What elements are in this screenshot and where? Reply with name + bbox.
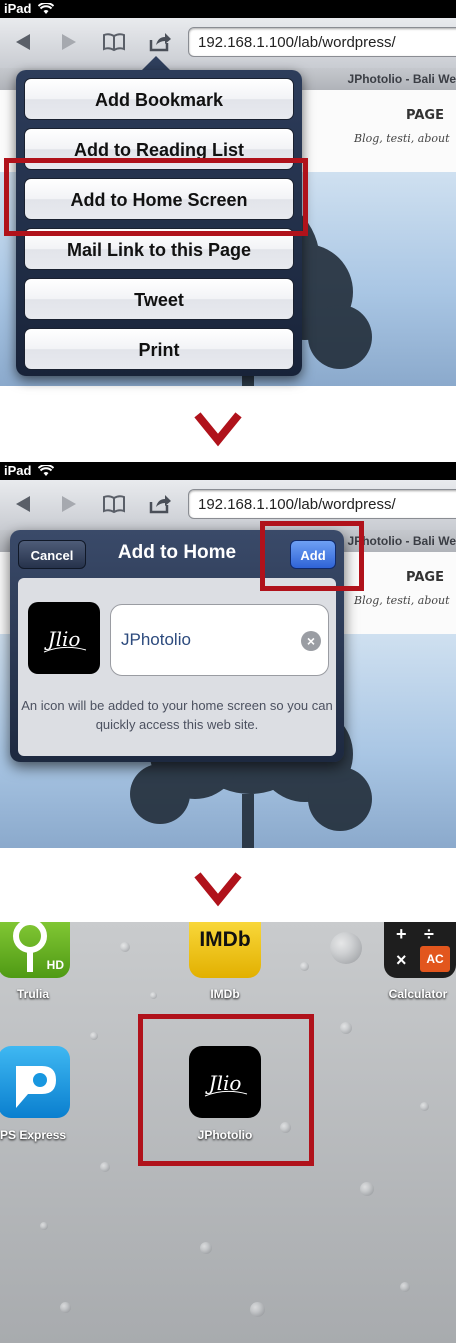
highlight-box <box>4 158 308 236</box>
print-button[interactable]: Print <box>24 328 294 370</box>
browser-toolbar: 192.168.1.100/lab/wordpress/ <box>0 480 456 531</box>
arrow-down-icon <box>194 412 242 447</box>
dialog-note: An icon will be added to your home scree… <box>21 698 333 732</box>
dialog-body: Jlio JPhotolio × An icon will be added t… <box>18 578 336 756</box>
clear-icon[interactable]: × <box>301 631 321 651</box>
app-icon-trulia[interactable]: HD <box>0 922 70 978</box>
home-screen: HD Trulia IMDb IMDb + ÷ × AC Calculator … <box>0 922 456 1343</box>
add-bookmark-button[interactable]: Add Bookmark <box>24 78 294 120</box>
bookmarks-icon[interactable] <box>102 493 126 515</box>
hd-badge: HD <box>46 958 64 972</box>
status-bar: iPad <box>0 462 456 480</box>
back-icon[interactable] <box>12 493 36 515</box>
jlio-logo-icon: Jlio <box>44 627 87 653</box>
nav-page-label[interactable]: PAGE <box>406 570 444 585</box>
carrier-label: iPad <box>4 1 32 16</box>
browser-toolbar: 192.168.1.100/lab/wordpress/ <box>0 18 456 69</box>
ac-key: AC <box>420 946 450 972</box>
highlight-box <box>260 521 364 591</box>
title-input[interactable]: JPhotolio × <box>110 604 329 676</box>
address-bar[interactable]: 192.168.1.100/lab/wordpress/ <box>188 489 456 519</box>
back-icon[interactable] <box>12 31 36 53</box>
nav-tagline: Blog, testi, about <box>354 132 450 145</box>
forward-icon[interactable] <box>56 493 80 515</box>
forward-icon[interactable] <box>56 31 80 53</box>
imdb-logo-text: IMDb <box>199 928 251 951</box>
highlight-box <box>138 1014 314 1166</box>
app-icon-ps-express[interactable] <box>0 1046 70 1118</box>
tab-title[interactable]: JPhotolio - Bali We <box>348 72 456 86</box>
app-label-trulia: Trulia <box>16 987 49 1001</box>
app-icon-calculator[interactable]: + ÷ × AC <box>384 922 456 978</box>
app-label-ps-express: PS Express <box>0 1128 67 1142</box>
web-clip-icon: Jlio <box>28 602 100 674</box>
bookmarks-icon[interactable] <box>102 31 126 53</box>
cancel-button[interactable]: Cancel <box>18 540 86 569</box>
share-icon[interactable] <box>148 31 172 53</box>
tweet-button[interactable]: Tweet <box>24 278 294 320</box>
status-bar: iPad <box>0 0 456 18</box>
wifi-icon <box>38 3 54 14</box>
divide-icon: ÷ <box>424 924 434 944</box>
multiply-icon: × <box>396 950 407 970</box>
share-icon[interactable] <box>148 493 172 515</box>
nav-page-label[interactable]: PAGE <box>406 108 444 123</box>
app-label-imdb: IMDb <box>210 987 240 1001</box>
title-input-value: JPhotolio <box>121 630 191 649</box>
arrow-down-icon <box>194 872 242 907</box>
app-label-calculator: Calculator <box>388 987 448 1001</box>
plus-icon: + <box>396 924 407 944</box>
wifi-icon <box>38 465 54 476</box>
ps-express-logo-icon <box>16 1066 56 1108</box>
app-icon-imdb[interactable]: IMDb <box>189 922 261 978</box>
address-bar[interactable]: 192.168.1.100/lab/wordpress/ <box>188 27 456 57</box>
nav-tagline: Blog, testi, about <box>354 594 450 607</box>
carrier-label: iPad <box>4 463 32 478</box>
